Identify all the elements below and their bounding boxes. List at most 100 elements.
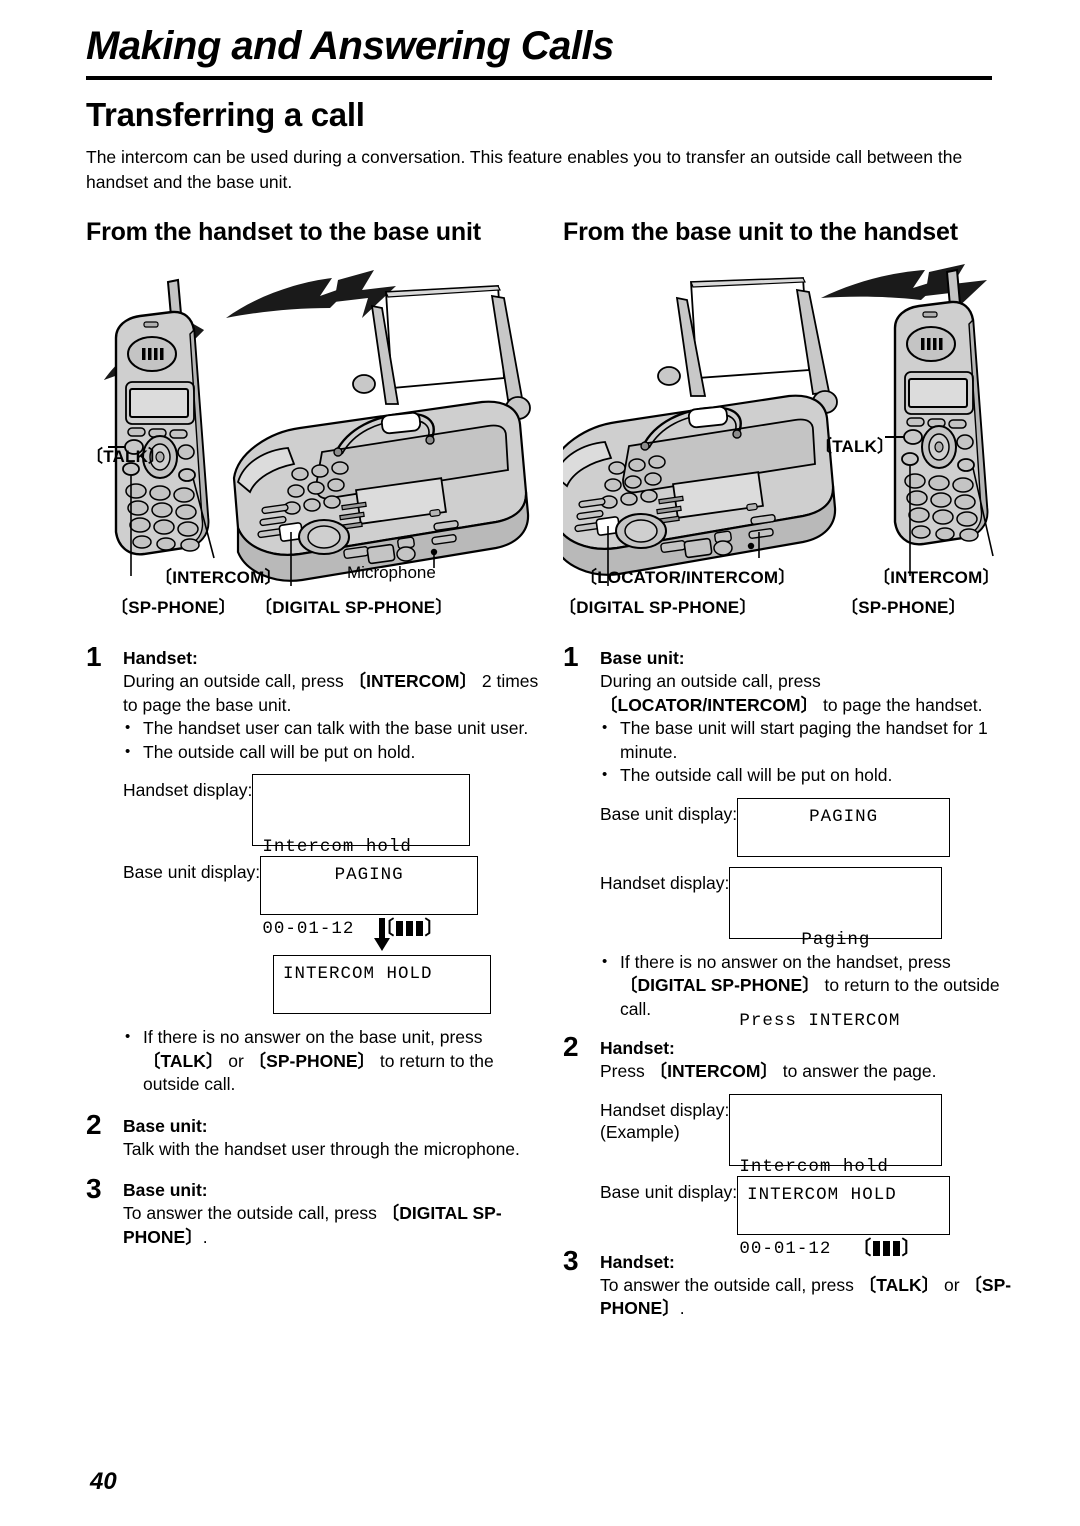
step-bullets: The handset user can talk with the base … [123, 716, 541, 765]
bullet-item: The base unit will start paging the hand… [600, 716, 1018, 764]
bullet-key-2: 〔SP-PHONE〕 [248, 1050, 376, 1071]
step-body-mid: or [939, 1274, 965, 1295]
lcd-date: 00-01-12 [262, 919, 355, 939]
bullet-item: The handset user can talk with the base … [123, 716, 541, 741]
step-1: 1 Base unit: During an outside call, pre… [563, 641, 1018, 1031]
talk-key [903, 429, 923, 445]
step-role: Base unit: [123, 1180, 208, 1200]
step-role: Base unit: [600, 648, 685, 668]
handset-lcd-paging: Paging Press INTERCOM [729, 866, 943, 1031]
down-arrow-icon [374, 918, 390, 951]
step-body-post: . [202, 1226, 208, 1247]
step-body-pre: To answer the outside call, press [123, 1203, 382, 1223]
callout-talk: 〔TALK〕 [86, 447, 166, 466]
handset-display-row: Handset display: Paging Press INTERCOM [600, 866, 1018, 1031]
intercom-key [957, 458, 975, 472]
step-body: During an outside call, press 〔LOCATOR/I… [600, 670, 1018, 717]
step-bullets: The base unit will start paging the hand… [600, 716, 1018, 788]
display-label-sub: (Example) [600, 1121, 680, 1142]
bullet-key-1: 〔DIGITAL SP-PHONE〕 [620, 975, 820, 995]
step-key: 〔INTERCOM〕 [649, 1061, 778, 1081]
step-2: 2 Base unit: Talk with the handset user … [86, 1109, 541, 1162]
base-display-row: Base unit display: PAGING [600, 797, 1018, 857]
step-number: 1 [86, 641, 102, 672]
display-label: Base unit display: [123, 862, 261, 882]
step-1: 1 Handset: During an outside call, press… [86, 641, 541, 1097]
step-body: Press 〔INTERCOM〕 to answer the page. [600, 1060, 1018, 1084]
step-body-post: to answer the page. [777, 1061, 937, 1081]
display-label: Handset display: [123, 780, 253, 800]
step-role: Handset: [600, 1038, 675, 1058]
left-column: From the handset to the base unit 〔TALK〕… [86, 216, 541, 1249]
step-body: During an outside call, press 〔INTERCOM〕… [123, 670, 541, 717]
right-column-heading: From the base unit to the handset [563, 218, 958, 246]
callout-sp-phone: 〔SP-PHONE〕 [111, 598, 236, 617]
page-number: 40 [90, 1468, 117, 1495]
right-column: From the base unit to the handset 〔TALK〕… [559, 216, 1018, 1321]
step-role: Handset: [123, 648, 198, 668]
step-body-pre: During an outside call, press [123, 671, 349, 691]
step-body-post: . [679, 1298, 685, 1318]
callout-talk: 〔TALK〕 [815, 437, 895, 456]
base-display-row: Base unit display: PAGING [123, 856, 541, 915]
step-body-pre: To answer the outside call, press [600, 1274, 859, 1295]
step-body: To answer the outside call, press 〔TALK〕… [600, 1274, 1018, 1321]
callout-locator-intercom: 〔LOCATOR/INTERCOM〕 [580, 568, 796, 587]
handset-lcd: Intercom hold 00-01-12 〔〕 [729, 1093, 943, 1259]
section-title: Transferring a call [86, 96, 365, 133]
display-label: Base unit display: [600, 1181, 738, 1202]
bullet-key-1: 〔TALK〕 [143, 1050, 224, 1071]
bullet-pre: If there is no answer on the handset, pr… [620, 951, 951, 972]
illustration-base-to-handset: 〔TALK〕 〔LOCATOR/INTERCOM〕 〔DIGITAL SP-PH… [559, 256, 1018, 636]
bullet-mid: or [223, 1050, 249, 1071]
display-label: Handset display: (Example) [600, 1094, 729, 1143]
step-number: 2 [563, 1031, 579, 1062]
left-steps: 1 Handset: During an outside call, press… [86, 641, 541, 1249]
callout-digital-sp-phone: 〔DIGITAL SP-PHONE〕 [255, 598, 453, 617]
callout-sp-phone: 〔SP-PHONE〕 [841, 598, 966, 617]
step-number: 3 [563, 1244, 579, 1276]
illustration-handset-to-base: 〔TALK〕 〔INTERCOM〕 〔SP-PHONE〕 〔DIGITAL SP… [86, 256, 541, 636]
left-column-heading: From the handset to the base unit [86, 218, 481, 246]
callout-microphone: Microphone [347, 563, 436, 582]
chapter-title: Making and Answering Calls [86, 24, 614, 68]
base-lcd-paging: PAGING [737, 797, 951, 857]
step-body-pre: During an outside call, press [600, 671, 821, 691]
right-steps: 1 Base unit: During an outside call, pre… [563, 641, 1018, 1321]
step-bullets-after: If there is no answer on the base unit, … [123, 1025, 541, 1097]
step-number: 3 [86, 1173, 102, 1204]
step-2: 2 Handset: Press 〔INTERCOM〕 to answer th… [563, 1031, 1018, 1259]
step-body: To answer the outside call, press 〔DIGIT… [123, 1202, 541, 1249]
display-label: Handset display: [600, 872, 730, 893]
handset-lcd: Intercom hold 00-01-12 〔〕 [252, 774, 471, 939]
sp-phone-key [901, 452, 919, 466]
step-key: 〔TALK〕 [858, 1274, 940, 1295]
bullet-item: The outside call will be put on hold. [600, 763, 1018, 788]
step-number: 1 [563, 641, 579, 672]
step-role: Base unit: [123, 1115, 208, 1136]
header-divider [86, 76, 992, 80]
step-key: 〔INTERCOM〕 [348, 671, 477, 691]
battery-icon: 〔〕 [354, 915, 443, 944]
manual-page: Making and Answering Calls Transferring … [0, 0, 1080, 1526]
step-role: Handset: [600, 1251, 675, 1272]
base-lcd-intercom-hold: INTERCOM HOLD [737, 1175, 951, 1235]
step-body-pre: Press [600, 1061, 650, 1081]
base-lcd-paging: PAGING [260, 856, 479, 915]
base-display-row: Base unit display: INTERCOM HOLD [600, 1175, 1018, 1235]
step-3: 3 Base unit: To answer the outside call,… [86, 1173, 541, 1249]
lcd-line-2: 00-01-12 〔〕 [262, 915, 460, 944]
callout-digital-sp-phone: 〔DIGITAL SP-PHONE〕 [559, 598, 757, 617]
bullet-pre: If there is no answer on the base unit, … [143, 1027, 483, 1047]
bullet-item: The outside call will be put on hold. [123, 740, 541, 765]
handset-display-row: Handset display: (Example) Intercom hold … [600, 1093, 1018, 1259]
callout-intercom: 〔INTERCOM〕 [155, 568, 282, 587]
step-body: Talk with the handset user through the m… [123, 1138, 520, 1159]
handset-display-row: Handset display: Intercom hold 00-01-12 … [123, 774, 541, 939]
display-label-main: Handset display: [600, 1099, 730, 1120]
lcd-line-1: Paging [801, 929, 871, 950]
bullet-item: If there is no answer on the base unit, … [123, 1025, 541, 1097]
step-3: 3 Handset: To answer the outside call, p… [563, 1245, 1018, 1321]
section-intro: The intercom can be used during a conver… [86, 147, 963, 192]
display-label: Base unit display: [600, 803, 738, 824]
